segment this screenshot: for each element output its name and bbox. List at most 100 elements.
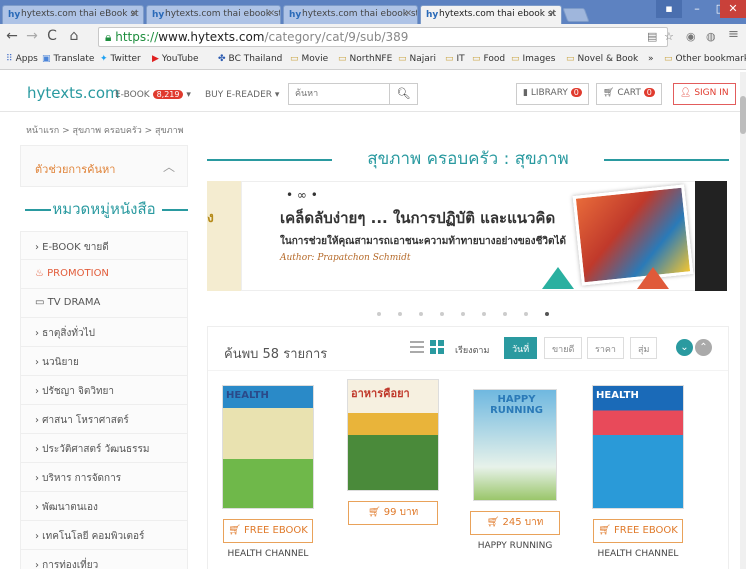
bookmark-star-icon[interactable]: ☆ bbox=[664, 30, 674, 43]
bookmark-bc-thailand[interactable]: ✤ BC Thailand bbox=[218, 54, 282, 64]
browser-tab[interactable]: hy hytexts.com thai eBook st ✕ bbox=[2, 5, 144, 24]
buy-ereader-menu[interactable]: BUY E-READER ▾ bbox=[205, 90, 279, 100]
close-tab-icon[interactable]: ✕ bbox=[404, 9, 412, 19]
translate-page-icon[interactable]: ▤ bbox=[647, 30, 657, 43]
sidebar-item-management[interactable]: › บริหาร การจัดการ bbox=[20, 463, 188, 492]
carousel-dot[interactable] bbox=[440, 312, 444, 316]
sidebar-item-general[interactable]: › ธาตุสิ่งทั่วไป bbox=[20, 318, 188, 347]
sidebar-item-novel[interactable]: › นวนิยาย bbox=[20, 347, 188, 376]
book-cover[interactable]: HEALTH bbox=[592, 385, 684, 509]
book-card[interactable]: HEALTH 🛒︎ FREE EBOOK HEALTH CHANNEL bbox=[588, 385, 688, 559]
bookmarks-overflow[interactable]: » bbox=[648, 54, 654, 64]
close-tab-icon[interactable]: ✕ bbox=[548, 9, 556, 19]
search-helper-toggle[interactable]: ตัวช่วยการค้นหา ︿ bbox=[20, 145, 188, 187]
reload-icon[interactable]: C bbox=[44, 28, 60, 44]
sidebar-item-self-development[interactable]: › พัฒนาตนเอง bbox=[20, 492, 188, 521]
menu-icon[interactable]: ≡ bbox=[728, 27, 739, 42]
banner-infinity-logo: • ∞ • bbox=[286, 188, 318, 202]
browser-tab-active[interactable]: hy hytexts.com thai ebook st ✕ bbox=[420, 5, 562, 24]
price-button[interactable]: 🛒︎ FREE EBOOK bbox=[223, 519, 313, 543]
sort-random-button[interactable]: สุ่ม bbox=[630, 337, 658, 359]
url-bar[interactable]: 🔒︎ https://www.hytexts.com/category/cat/… bbox=[98, 27, 668, 47]
book-title[interactable]: HEALTH CHANNEL bbox=[588, 549, 688, 559]
sign-in-button[interactable]: 👤︎ SIGN IN bbox=[673, 83, 736, 105]
browser-tab[interactable]: hy hytexts.com thai ebook st ✕ bbox=[146, 5, 281, 24]
carousel-dot[interactable] bbox=[503, 312, 507, 316]
carousel-dot[interactable] bbox=[398, 312, 402, 316]
breadcrumb[interactable]: หน้าแรก > สุขภาพ ครอบครัว > สุขภาพ bbox=[26, 123, 184, 137]
book-title[interactable]: HAPPY RUNNING bbox=[465, 541, 565, 551]
promo-banner[interactable]: ิ่ง • ∞ • เคล็ดลับง่ายๆ ... ในการปฏิบัติ… bbox=[207, 181, 727, 291]
book-title[interactable]: HEALTH CHANNEL bbox=[218, 549, 318, 559]
search-icon[interactable]: 🔍︎ bbox=[389, 84, 417, 104]
sort-date-button[interactable]: วันที่ bbox=[504, 337, 538, 359]
profile-icon[interactable]: ▪ bbox=[656, 0, 682, 18]
hytexts-favicon-icon: hy bbox=[8, 10, 21, 20]
carousel-dot[interactable] bbox=[524, 312, 528, 316]
carousel-dot[interactable] bbox=[461, 312, 465, 316]
sidebar-item-tv-drama[interactable]: ▭ TV DRAMA bbox=[20, 289, 188, 318]
book-card[interactable]: อาหารคือยา 🛒︎ 99 บาท bbox=[343, 379, 443, 531]
carousel-dot[interactable] bbox=[377, 312, 381, 316]
page-scrollbar[interactable] bbox=[740, 72, 746, 569]
carousel-dot-active[interactable] bbox=[545, 312, 549, 316]
price-button[interactable]: 🛒︎ 245 บาท bbox=[470, 511, 560, 535]
bookmark-youtube[interactable]: ▶ YouTube bbox=[152, 54, 199, 64]
close-tab-icon[interactable]: ✕ bbox=[130, 9, 138, 19]
forward-arrow-icon[interactable]: → bbox=[24, 28, 40, 44]
back-arrow-icon[interactable]: ← bbox=[4, 28, 20, 44]
book-cover[interactable]: HAPPY RUNNING bbox=[473, 389, 557, 501]
banner-headline: เคล็ดลับง่ายๆ ... ในการปฏิบัติ และแนวคิด bbox=[280, 209, 556, 227]
scrollbar-thumb[interactable] bbox=[740, 96, 746, 134]
section-title: สุขภาพ ครอบครัว : สุขภาพ bbox=[207, 145, 729, 177]
hytexts-favicon-icon: hy bbox=[152, 10, 165, 20]
minimize-icon[interactable]: – bbox=[684, 0, 710, 18]
window-close-icon[interactable]: ✕ bbox=[720, 0, 746, 18]
sidebar-item-promotion[interactable]: ♨ PROMOTION bbox=[20, 260, 188, 289]
price-button[interactable]: 🛒︎ FREE EBOOK bbox=[593, 519, 683, 543]
url-path: /category/cat/9/sub/389 bbox=[264, 30, 409, 44]
grid-view-icon[interactable] bbox=[430, 340, 444, 354]
browser-tab[interactable]: hy hytexts.com thai ebook st ✕ bbox=[283, 5, 418, 24]
list-view-icon[interactable] bbox=[410, 341, 424, 353]
library-button[interactable]: ▮ LIBRARY 0 bbox=[516, 83, 589, 105]
carousel-dot[interactable] bbox=[482, 312, 486, 316]
book-card[interactable]: HEALTH 🛒︎ FREE EBOOK HEALTH CHANNEL bbox=[218, 385, 318, 559]
sort-bestseller-button[interactable]: ขายดี bbox=[544, 337, 583, 359]
book-card[interactable]: HAPPY RUNNING 🛒︎ 245 บาท HAPPY RUNNING bbox=[465, 389, 565, 551]
bookmark-translate[interactable]: ▣ Translate bbox=[42, 54, 94, 64]
sidebar-item-philosophy[interactable]: › ปรัชญา จิตวิทยา bbox=[20, 376, 188, 405]
sort-ascending-icon[interactable]: ⌃ bbox=[695, 339, 712, 356]
cart-button[interactable]: 🛒︎ CART 0 bbox=[596, 83, 662, 105]
book-cover[interactable]: อาหารคือยา bbox=[347, 379, 439, 491]
book-cover[interactable]: HEALTH bbox=[222, 385, 314, 509]
carousel-dot[interactable] bbox=[419, 312, 423, 316]
sort-price-button[interactable]: ราคา bbox=[587, 337, 624, 359]
banner-decor-triangle bbox=[637, 267, 669, 289]
bookmark-folder[interactable]: ▭ Images bbox=[511, 54, 555, 64]
sidebar-item-travel[interactable]: › การท่องเที่ยว bbox=[20, 550, 188, 569]
home-icon[interactable]: ⌂ bbox=[66, 28, 82, 44]
bookmark-twitter[interactable]: ✦ Twitter bbox=[100, 54, 141, 64]
bookmark-folder[interactable]: ▭ Movie bbox=[290, 54, 328, 64]
sort-descending-icon[interactable]: ⌄ bbox=[676, 339, 693, 356]
sidebar-item-technology[interactable]: › เทคโนโลยี คอมพิวเตอร์ bbox=[20, 521, 188, 550]
bookmark-folder[interactable]: ▭ Najari bbox=[398, 54, 436, 64]
price-button[interactable]: 🛒︎ 99 บาท bbox=[348, 501, 438, 525]
ebook-menu[interactable]: E-BOOK 8,219 ▾ bbox=[115, 90, 191, 100]
sidebar-item-history[interactable]: › ประวัติศาสตร์ วัฒนธรรม bbox=[20, 434, 188, 463]
bookmark-folder[interactable]: ▭ NorthNFE bbox=[338, 54, 392, 64]
sidebar-item-religion[interactable]: › ศาสนา โหราศาสตร์ bbox=[20, 405, 188, 434]
site-logo[interactable]: hytexts.com bbox=[27, 84, 120, 102]
bookmark-folder[interactable]: ▭ Food bbox=[472, 54, 505, 64]
extension-icon[interactable]: ◍ bbox=[706, 30, 716, 43]
extension-icon[interactable]: ◉ bbox=[686, 30, 696, 43]
bookmark-apps[interactable]: ⠿ Apps bbox=[6, 54, 38, 64]
new-tab-button[interactable] bbox=[562, 8, 590, 22]
other-bookmarks[interactable]: ▭ Other bookmarks bbox=[664, 54, 746, 64]
search-input[interactable] bbox=[289, 84, 384, 104]
sidebar-item-ebook-bestseller[interactable]: › E-BOOK ขายดี bbox=[20, 231, 188, 260]
bookmark-folder[interactable]: ▭ IT bbox=[445, 54, 465, 64]
bookmark-folder[interactable]: ▭ Novel & Book bbox=[566, 54, 638, 64]
close-tab-icon[interactable]: ✕ bbox=[267, 9, 275, 19]
